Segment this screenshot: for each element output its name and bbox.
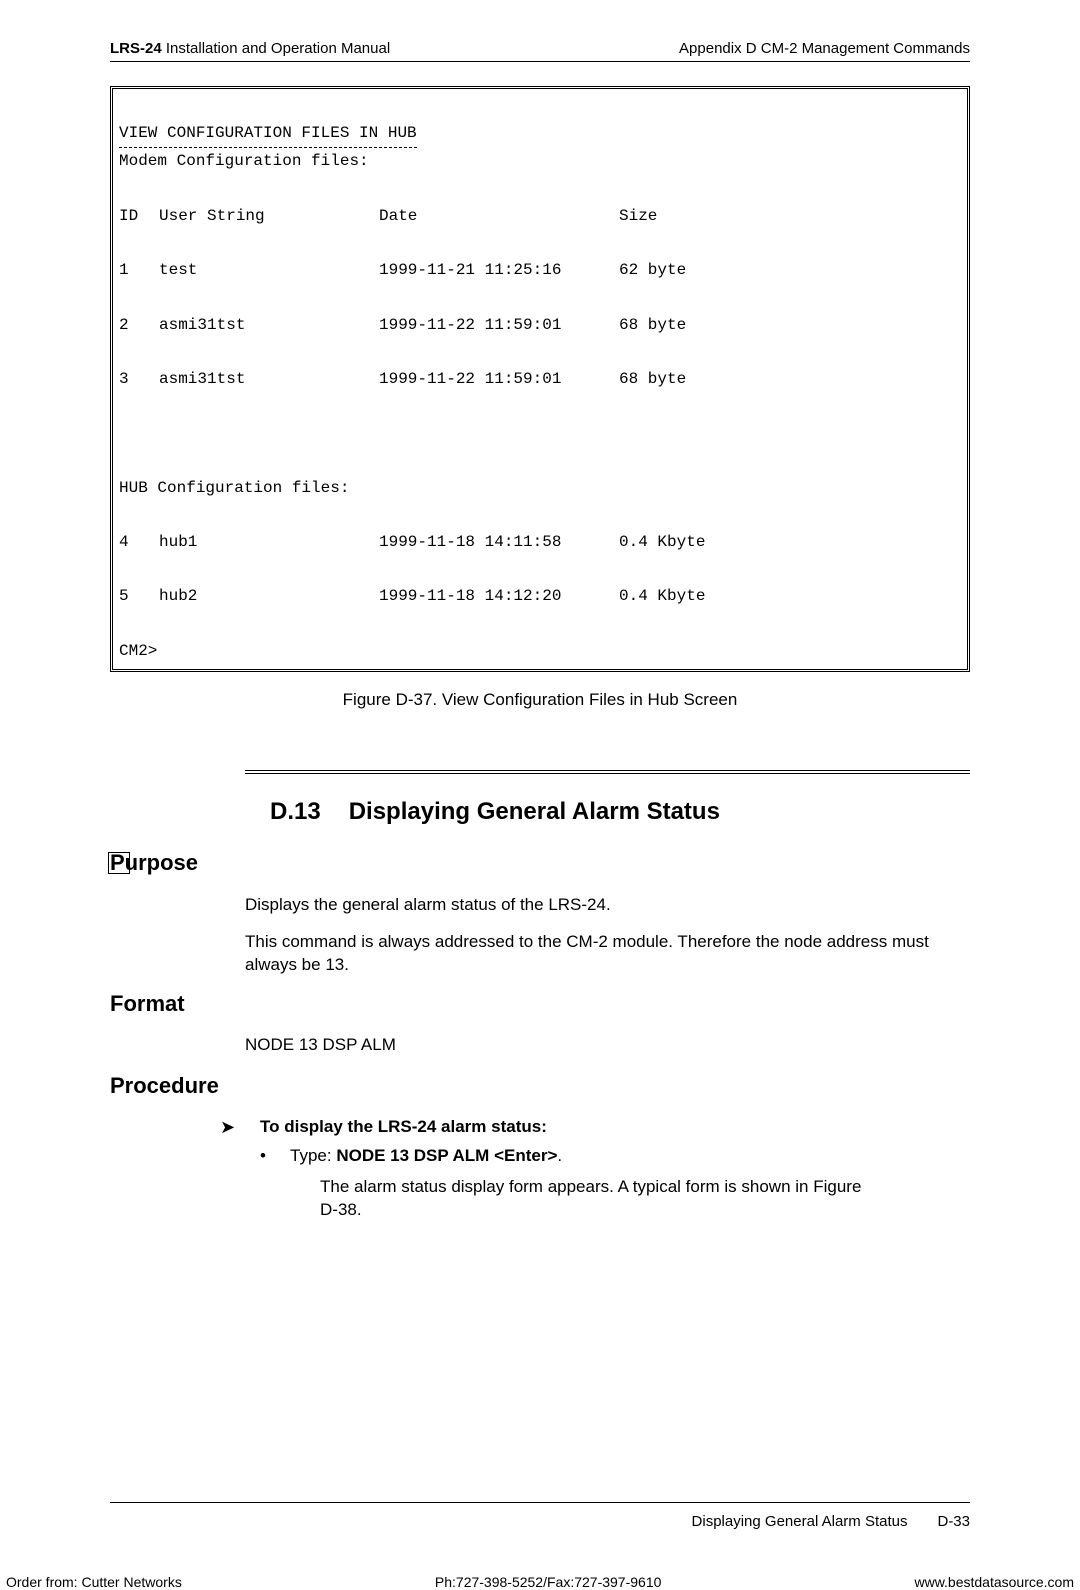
table-header-row: IDUser StringDateSize (119, 203, 961, 230)
header-right: Appendix D CM-2 Management Commands (679, 40, 970, 57)
terminal-screen: VIEW CONFIGURATION FILES IN HUB Modem Co… (110, 86, 970, 672)
col-user: User String (159, 203, 379, 230)
bottom-left: Order from: Cutter Networks (6, 1574, 182, 1590)
procedure-line: ➤ To display the LRS-24 alarm status: (220, 1117, 970, 1139)
figure-caption: Figure D-37. View Configuration Files in… (110, 690, 970, 710)
bullet-icon: • (260, 1146, 290, 1166)
table-row: 5hub21999-11-18 14:12:200.4 Kbyte (119, 583, 961, 610)
arrow-icon: ➤ (220, 1117, 260, 1139)
header-left-bold: LRS-24 (110, 40, 162, 57)
col-date: Date (379, 203, 619, 230)
col-size: Size (619, 203, 759, 230)
bullet-text: Type: NODE 13 DSP ALM <Enter>. (290, 1146, 562, 1166)
checkbox-icon (108, 852, 130, 874)
sub-paragraph: The alarm status display form appears. A… (320, 1176, 880, 1222)
table-row: 4hub11999-11-18 14:11:580.4 Kbyte (119, 529, 961, 556)
header-left: LRS-24 Installation and Operation Manual (110, 40, 390, 57)
footer-section: Displaying General Alarm Status (692, 1513, 908, 1530)
body-paragraph: This command is always addressed to the … (245, 931, 970, 977)
table-row: 2asmi31tst1999-11-22 11:59:0168 byte (119, 312, 961, 339)
format-text: NODE 13 DSP ALM (245, 1035, 970, 1055)
bullet-line: • Type: NODE 13 DSP ALM <Enter>. (260, 1146, 970, 1166)
terminal-title: VIEW CONFIGURATION FILES IN HUB (119, 120, 417, 148)
section-heading: D.13 Displaying General Alarm Status (270, 798, 970, 826)
blank-line (119, 420, 961, 447)
table-row: 3asmi31tst1999-11-22 11:59:0168 byte (119, 366, 961, 393)
hub-header: HUB Configuration files: (119, 475, 961, 502)
table-row: 1test1999-11-21 11:25:1662 byte (119, 257, 961, 284)
header-left-rest: Installation and Operation Manual (162, 40, 390, 57)
procedure-heading: Procedure (110, 1073, 970, 1099)
section-number: D.13 (270, 798, 321, 825)
format-heading: Format (110, 991, 970, 1017)
purpose-heading: Purpose (110, 850, 198, 876)
section-rule (245, 770, 970, 774)
modem-header: Modem Configuration files: (119, 148, 961, 175)
body-paragraph: Displays the general alarm status of the… (245, 894, 970, 917)
bottom-bar: Order from: Cutter Networks Ph:727-398-5… (0, 1550, 1080, 1590)
procedure-block: ➤ To display the LRS-24 alarm status: • … (220, 1117, 970, 1222)
footer-page: D-33 (937, 1513, 970, 1530)
bottom-center: Ph:727-398-5252/Fax:727-397-9610 (435, 1574, 662, 1590)
col-id: ID (119, 203, 159, 230)
page-header: LRS-24 Installation and Operation Manual… (110, 40, 970, 62)
procedure-title: To display the LRS-24 alarm status: (260, 1117, 547, 1137)
bottom-right: www.bestdatasource.com (914, 1574, 1074, 1590)
page-footer: Displaying General Alarm Status D-33 (110, 1513, 970, 1530)
terminal-prompt: CM2> (119, 638, 961, 665)
footer-rule (110, 1502, 970, 1503)
section-title: Displaying General Alarm Status (349, 798, 720, 825)
